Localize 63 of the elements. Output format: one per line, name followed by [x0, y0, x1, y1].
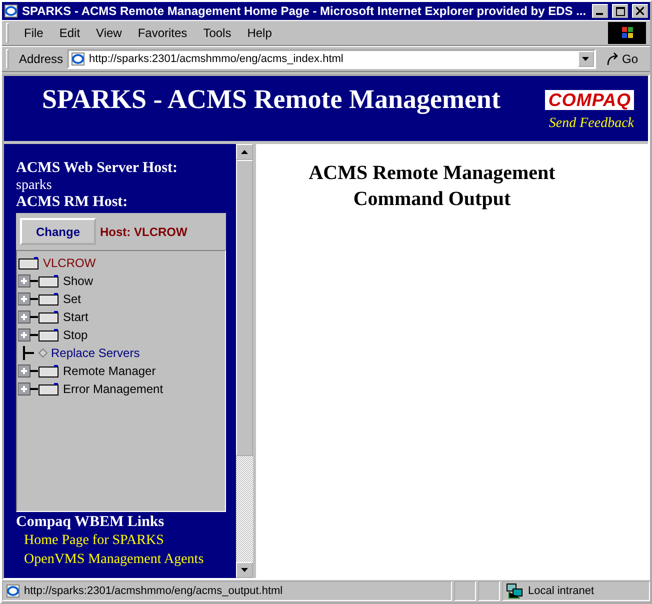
- page-icon: [6, 584, 20, 598]
- host-label: Host: VLCROW: [100, 224, 188, 238]
- folder-icon: [38, 310, 60, 324]
- plus-icon[interactable]: [18, 274, 38, 288]
- menu-item[interactable]: Edit: [52, 24, 88, 42]
- server-value: sparks: [16, 177, 53, 194]
- tree-item[interactable]: Show: [63, 274, 94, 288]
- plus-icon[interactable]: [18, 310, 38, 324]
- server-label: ACMS Web Server Host:: [16, 160, 179, 177]
- wbem-link[interactable]: OpenVMS Management Agents: [16, 550, 236, 569]
- plus-icon[interactable]: [18, 382, 38, 396]
- zone-label: Local intranet: [528, 585, 594, 597]
- windows-logo-icon: [608, 22, 646, 44]
- up-arrow-icon: [241, 150, 248, 154]
- content-heading: ACMS Remote Management: [308, 161, 556, 186]
- plus-icon[interactable]: [18, 364, 38, 378]
- folder-icon: [38, 274, 60, 288]
- tree-item[interactable]: Remote Manager: [63, 364, 156, 378]
- page-title: SPARKS - ACMS Remote Management: [42, 83, 502, 116]
- arrow-icon: [606, 52, 620, 66]
- scrollbar[interactable]: [236, 144, 253, 578]
- folder-icon: [18, 256, 40, 270]
- menu-item[interactable]: Help: [240, 24, 279, 42]
- window-title: SPARKS - ACMS Remote Management Home Page - Microsoft Internet Explorer provided by EDS ...: [22, 4, 588, 18]
- feedback-link[interactable]: Send Feedback: [548, 116, 634, 132]
- tree-root[interactable]: VLCROW: [43, 256, 96, 270]
- status-url: http://sparks:2301/acmshmmo/eng/acms_output.html: [24, 585, 283, 597]
- tree-link[interactable]: Replace Servers: [51, 346, 140, 360]
- logo: COMPAQ: [545, 90, 634, 110]
- minimize-button[interactable]: [592, 4, 608, 18]
- network-icon: [506, 583, 524, 599]
- go-button[interactable]: Go: [598, 52, 646, 66]
- maximize-icon: [616, 6, 624, 16]
- close-icon: [636, 7, 644, 15]
- down-arrow-icon: [241, 568, 248, 572]
- address-field[interactable]: http://sparks:2301/acmshmmo/eng/acms_index.html: [67, 49, 596, 69]
- page-icon: [71, 52, 86, 66]
- close-button[interactable]: [632, 4, 648, 18]
- menu-item[interactable]: View: [89, 24, 129, 42]
- folder-icon: [38, 328, 60, 342]
- tree-item[interactable]: Stop: [63, 328, 88, 342]
- tree-item[interactable]: Start: [63, 310, 88, 324]
- wbem-link[interactable]: Home Page for SPARKS: [16, 531, 236, 550]
- plus-icon[interactable]: [18, 292, 38, 306]
- address-label: Address: [18, 52, 64, 66]
- maximize-button[interactable]: [612, 4, 628, 18]
- change-button[interactable]: Change: [20, 218, 96, 245]
- rm-host-label: ACMS RM Host:: [16, 194, 129, 211]
- content-heading: Command Output: [353, 187, 511, 212]
- menu-item[interactable]: File: [17, 24, 50, 42]
- diamond-icon: [38, 348, 48, 358]
- folder-icon: [38, 382, 60, 396]
- tree-item[interactable]: Set: [63, 292, 82, 306]
- folder-icon: [38, 364, 60, 378]
- dropdown-button[interactable]: [578, 51, 594, 67]
- menu-item[interactable]: Tools: [196, 24, 238, 42]
- plus-icon[interactable]: [18, 328, 38, 342]
- page-icon: [4, 4, 18, 18]
- links-heading: Compaq WBEM Links: [16, 514, 166, 531]
- tree-item[interactable]: Error Management: [63, 382, 164, 396]
- down-arrow-icon: [582, 57, 590, 61]
- folder-icon: [38, 292, 60, 306]
- menu-item[interactable]: Favorites: [130, 24, 194, 42]
